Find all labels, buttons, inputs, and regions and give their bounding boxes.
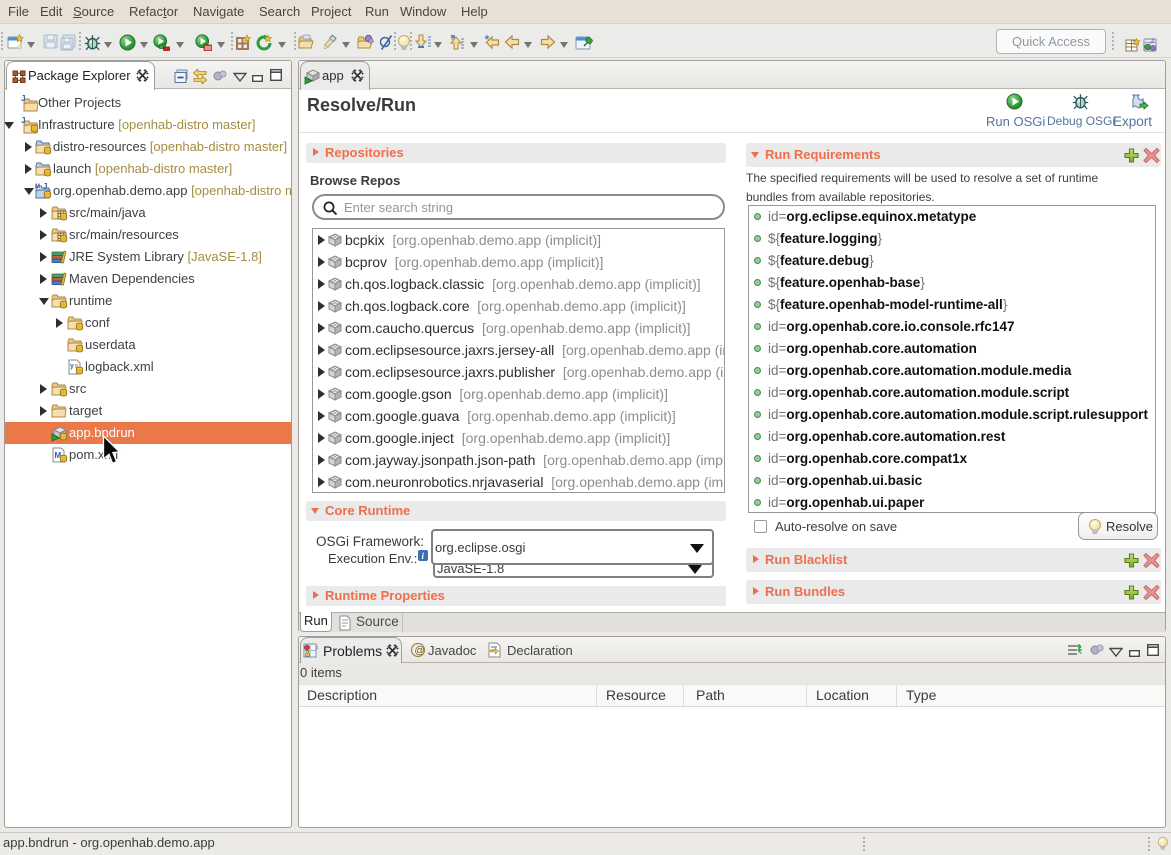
svg-text:M: M — [35, 184, 40, 190]
svg-text:J: J — [1151, 39, 1154, 45]
svg-text:J: J — [43, 183, 47, 191]
svg-text:@: @ — [415, 646, 425, 657]
svg-text:J: J — [21, 95, 25, 103]
svg-text:y: y — [70, 363, 74, 370]
svg-text:J: J — [21, 117, 25, 125]
